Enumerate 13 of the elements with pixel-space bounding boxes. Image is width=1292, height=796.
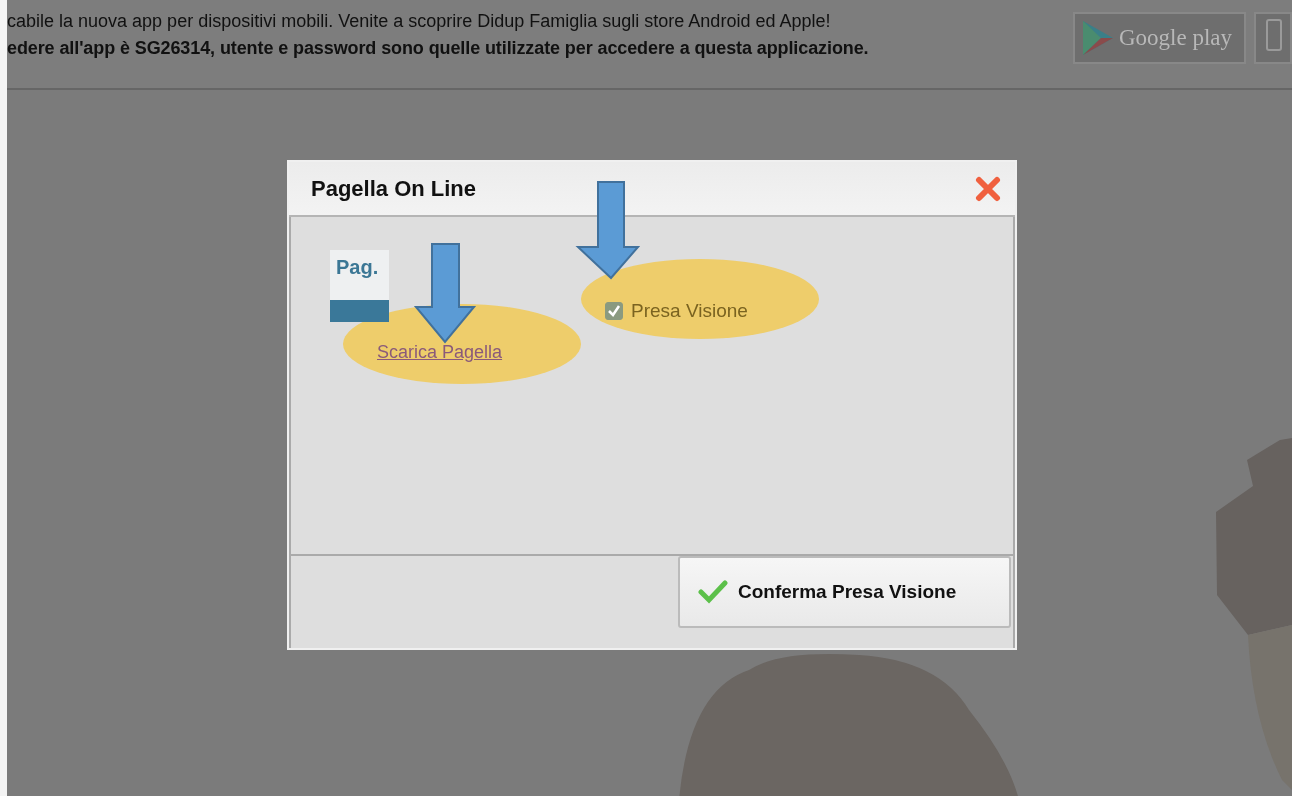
checkbox[interactable]	[605, 302, 623, 320]
google-play-badge[interactable]: Google play	[1073, 12, 1246, 64]
close-icon[interactable]	[975, 175, 1001, 202]
checkmark-icon	[698, 580, 728, 604]
checkbox-label: Presa Visione	[631, 300, 748, 322]
download-link[interactable]: Scarica Pagella	[377, 342, 503, 363]
play-triangle-icon	[1081, 19, 1115, 57]
notice-text: edere all'app è SG26314, utente e password sono quelle utilizzate per accedere a questa applicazione.	[7, 37, 870, 60]
dialog-title: Pagella On Line	[311, 175, 477, 202]
document-icon: Pag.	[330, 250, 389, 322]
notice-text: cabile la nuova app per dispositivi mobili. Venite a scoprire Didup Famiglia sugli store Android ed Apple!	[7, 10, 832, 33]
app-store-badge[interactable]	[1253, 12, 1292, 64]
confirm-button[interactable]: Conferma Presa Visione	[678, 556, 1011, 628]
